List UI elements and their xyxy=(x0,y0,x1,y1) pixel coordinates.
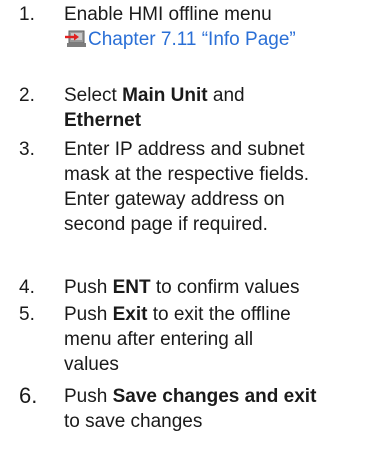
text-run: Select xyxy=(64,85,123,106)
step-line: menu after entering all xyxy=(64,329,254,350)
bold-term-main-unit: Main Unit xyxy=(122,85,208,106)
text-run: to confirm values xyxy=(150,277,300,298)
step-line: mask at the respective fields. xyxy=(64,164,309,185)
step-number: 4. xyxy=(19,277,35,298)
step-line: Push ENT to confirm values xyxy=(64,275,382,300)
text-run: Push xyxy=(64,386,113,407)
step-number: 1. xyxy=(19,4,35,25)
bold-term-exit: Exit xyxy=(112,304,148,325)
step-text: Push ENT to confirm values xyxy=(64,275,382,300)
step-line: Push Exit to exit the offline xyxy=(64,302,382,327)
step-text: Enable HMI offline menu Chapter 7.11 “In… xyxy=(64,2,382,56)
step-line: second page if required. xyxy=(64,214,268,235)
step-line: to save changes xyxy=(64,411,203,432)
step-line: Ethernet xyxy=(64,108,382,133)
step-text: Push Exit to exit the offline menu after… xyxy=(64,302,382,377)
bold-term-save-changes-and-exit: Save changes and exit xyxy=(112,386,317,407)
step-text: Enter IP address and subnet mask at the … xyxy=(64,137,382,237)
text-run: to exit the offline xyxy=(147,304,291,325)
step-line: Enable HMI offline menu xyxy=(64,4,272,25)
step-line: Push Save changes and exit xyxy=(64,384,382,409)
step-line: Enter IP address and subnet xyxy=(64,139,305,160)
cross-reference-icon xyxy=(65,30,86,47)
step-number: 2. xyxy=(19,85,35,106)
step-line: Enter gateway address on xyxy=(64,189,285,210)
step-number: 6. xyxy=(19,383,38,408)
text-run: Push xyxy=(64,304,113,325)
step-number: 3. xyxy=(19,139,35,160)
step-text: Push Save changes and exit to save chang… xyxy=(64,384,382,434)
step-text: Select Main Unit and Ethernet xyxy=(64,83,382,133)
step-number: 5. xyxy=(19,304,35,325)
bold-term-ent: ENT xyxy=(112,277,151,298)
bold-term-ethernet: Ethernet xyxy=(64,110,142,131)
step-line: Select Main Unit and xyxy=(64,83,382,108)
chapter-link-text[interactable]: Chapter 7.11 “Info Page” xyxy=(88,27,296,52)
text-run: and xyxy=(207,85,245,106)
text-run: Push xyxy=(64,277,113,298)
chapter-link[interactable]: Chapter 7.11 “Info Page” xyxy=(64,27,296,52)
step-line: values xyxy=(64,354,119,375)
